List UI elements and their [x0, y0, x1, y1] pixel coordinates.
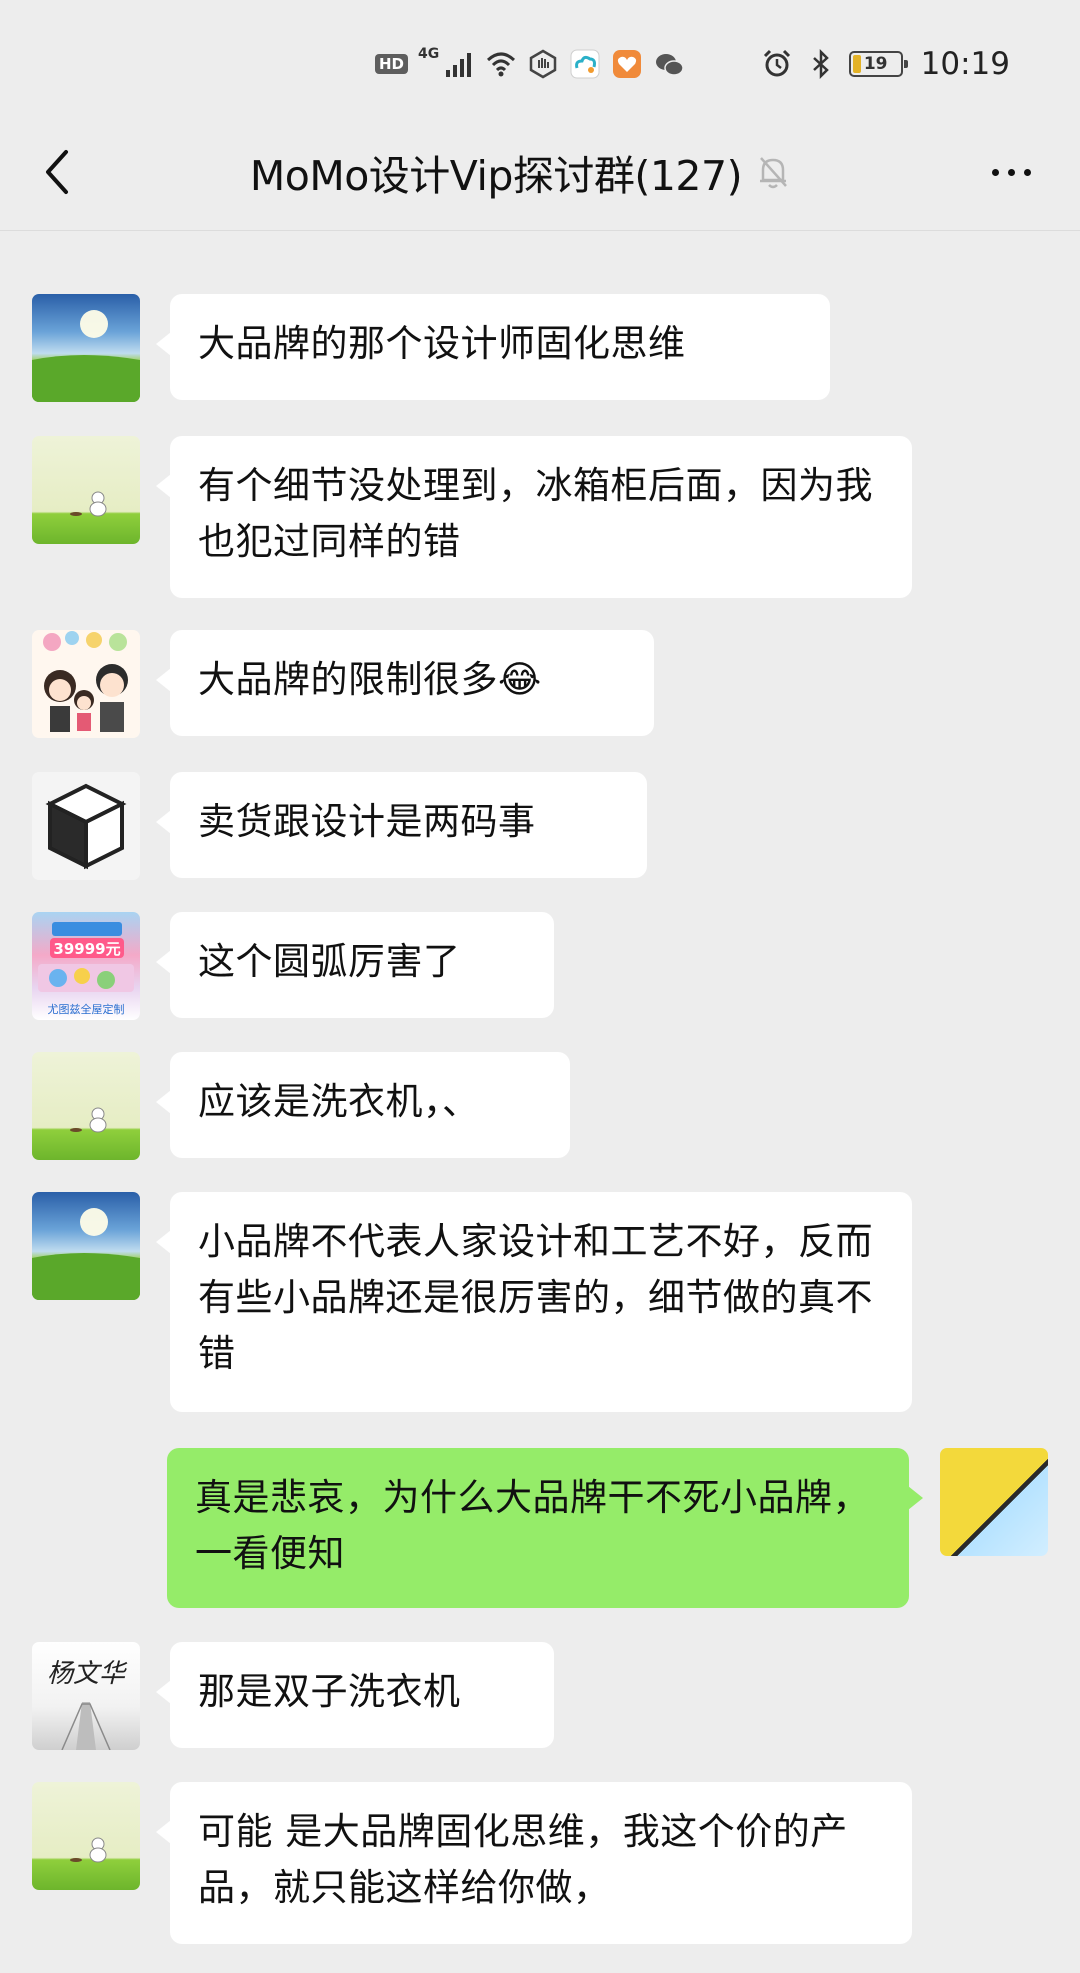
wifi-icon: [487, 52, 516, 77]
message-row: 小品牌不代表人家设计和工艺不好，反而有些小品牌还是很厉害的，细节做的真不错: [0, 1190, 1080, 1414]
message-text: 可能 是大品牌固化思维，我这个价的产品，就只能这样给你做，: [198, 1810, 848, 1910]
battery-icon: 19: [848, 51, 908, 77]
snowman-field-avatar[interactable]: [32, 1782, 140, 1890]
message-text: 这个圆弧厉害了: [198, 940, 461, 983]
message-text: 有个细节没处理到，冰箱柜后面，因为我也犯过同样的错: [198, 464, 873, 564]
message-bubble[interactable]: 大品牌的那个设计师固化思维: [156, 294, 830, 400]
battery-level: 19: [863, 54, 888, 74]
ad-poster: 39999元 尤图兹全屋定制: [38, 922, 134, 1016]
hd-badge: HD: [375, 54, 409, 74]
ad-brand-text: 尤图兹全屋定制: [48, 1002, 125, 1016]
more-button[interactable]: [976, 144, 1046, 200]
calligraphy-avatar[interactable]: 杨文华: [32, 1642, 140, 1750]
message-bubble[interactable]: 大品牌的限制很多😂: [156, 630, 654, 736]
sun-glare: [32, 1208, 140, 1300]
status-right: 19 10:19: [761, 42, 1010, 86]
message-row: 可能 是大品牌固化思维，我这个价的产品，就只能这样给你做，: [0, 1780, 1080, 1946]
sky-field-avatar[interactable]: [32, 294, 140, 402]
sun-glare: [32, 310, 140, 402]
status-time: 10:19: [920, 46, 1010, 82]
message-bubble-outgoing[interactable]: 真是悲哀，为什么大品牌干不死小品牌，一看便知: [167, 1448, 923, 1608]
cartoon-family: [43, 631, 128, 732]
snowman-field-avatar[interactable]: [32, 1052, 140, 1160]
calligraphy-art: 杨文华: [47, 1659, 128, 1750]
message-row: 应该是洗衣机，、: [0, 1050, 1080, 1160]
chat-title: MoMo设计Vip探讨群(127): [240, 144, 800, 200]
message-bubble[interactable]: 那是双子洗衣机: [156, 1642, 554, 1748]
message-row: 杨文华 那是双子洗衣机: [0, 1640, 1080, 1750]
status-bar: HD 4G 19 10:19: [0, 0, 1080, 120]
message-bubble[interactable]: 这个圆弧厉害了: [156, 912, 554, 1018]
message-row: 真是悲哀，为什么大品牌干不死小品牌，一看便知: [0, 1446, 1080, 1608]
message-bubble[interactable]: 有个细节没处理到，冰箱柜后面，因为我也犯过同样的错: [156, 436, 912, 598]
cube-avatar[interactable]: [32, 772, 140, 880]
alarm-icon: [763, 49, 790, 77]
message-row: 大品牌的那个设计师固化思维: [0, 292, 1080, 402]
message-text: 大品牌的那个设计师固化思维: [198, 322, 686, 365]
cube-shape: [45, 783, 127, 870]
message-bubble[interactable]: 小品牌不代表人家设计和工艺不好，反而有些小品牌还是很厉害的，细节做的真不错: [156, 1192, 912, 1412]
message-bubble[interactable]: 应该是洗衣机，、: [156, 1052, 570, 1158]
more-dots-icon: [991, 168, 999, 176]
nav-bar: MoMo设计Vip探讨群(127): [0, 120, 1080, 231]
yellow-abstract-avatar[interactable]: [940, 1448, 1048, 1556]
health-app-icon: [613, 50, 642, 78]
message-text: 卖货跟设计是两码事: [198, 800, 536, 843]
snowman-figure: [70, 1107, 107, 1133]
cloud-app-icon: [570, 49, 600, 79]
mute-bell-icon: [760, 157, 788, 189]
message-bubble[interactable]: 卖货跟设计是两码事: [156, 772, 647, 878]
message-text: 真是悲哀，为什么大品牌干不死小品牌，一看便知: [195, 1476, 870, 1576]
message-bubble[interactable]: 可能 是大品牌固化思维，我这个价的产品，就只能这样给你做，: [156, 1782, 912, 1944]
ad-poster-avatar[interactable]: 39999元 尤图兹全屋定制: [32, 912, 140, 1020]
back-button[interactable]: [30, 144, 86, 200]
bluetooth-icon: [812, 48, 829, 80]
message-text: 那是双子洗衣机: [198, 1670, 461, 1713]
more-dot: [1007, 168, 1015, 176]
message-text: 应该是洗衣机，、: [198, 1080, 480, 1123]
ad-price-text: 39999元: [53, 940, 120, 958]
more-dot: [1023, 168, 1031, 176]
wechat-icon: [656, 54, 684, 76]
message-row: 有个细节没处理到，冰箱柜后面，因为我也犯过同样的错: [0, 434, 1080, 600]
cartoon-family-avatar[interactable]: [32, 630, 140, 738]
back-arrow-icon: [46, 150, 68, 194]
snowman-figure: [70, 1837, 107, 1863]
signal-icon: [446, 53, 472, 77]
sky-field-avatar[interactable]: [32, 1192, 140, 1300]
message-row: 39999元 尤图兹全屋定制 这个圆弧厉害了: [0, 910, 1080, 1020]
hand-app-icon: [530, 49, 557, 79]
chat-title-text: MoMo设计Vip探讨群(127): [249, 152, 743, 200]
message-text: 大品牌的限制很多😂: [198, 658, 542, 701]
snowman-figure: [70, 491, 107, 517]
message-row: 大品牌的限制很多😂: [0, 628, 1080, 738]
snowman-field-avatar[interactable]: [32, 436, 140, 544]
calligraphy-name: 杨文华: [47, 1659, 128, 1689]
message-row: 卖货跟设计是两码事: [0, 770, 1080, 880]
network-type: 4G: [418, 46, 440, 62]
status-left: HD 4G: [375, 44, 685, 84]
message-text: 小品牌不代表人家设计和工艺不好，反而有些小品牌还是很厉害的，细节做的真不错: [198, 1220, 873, 1376]
